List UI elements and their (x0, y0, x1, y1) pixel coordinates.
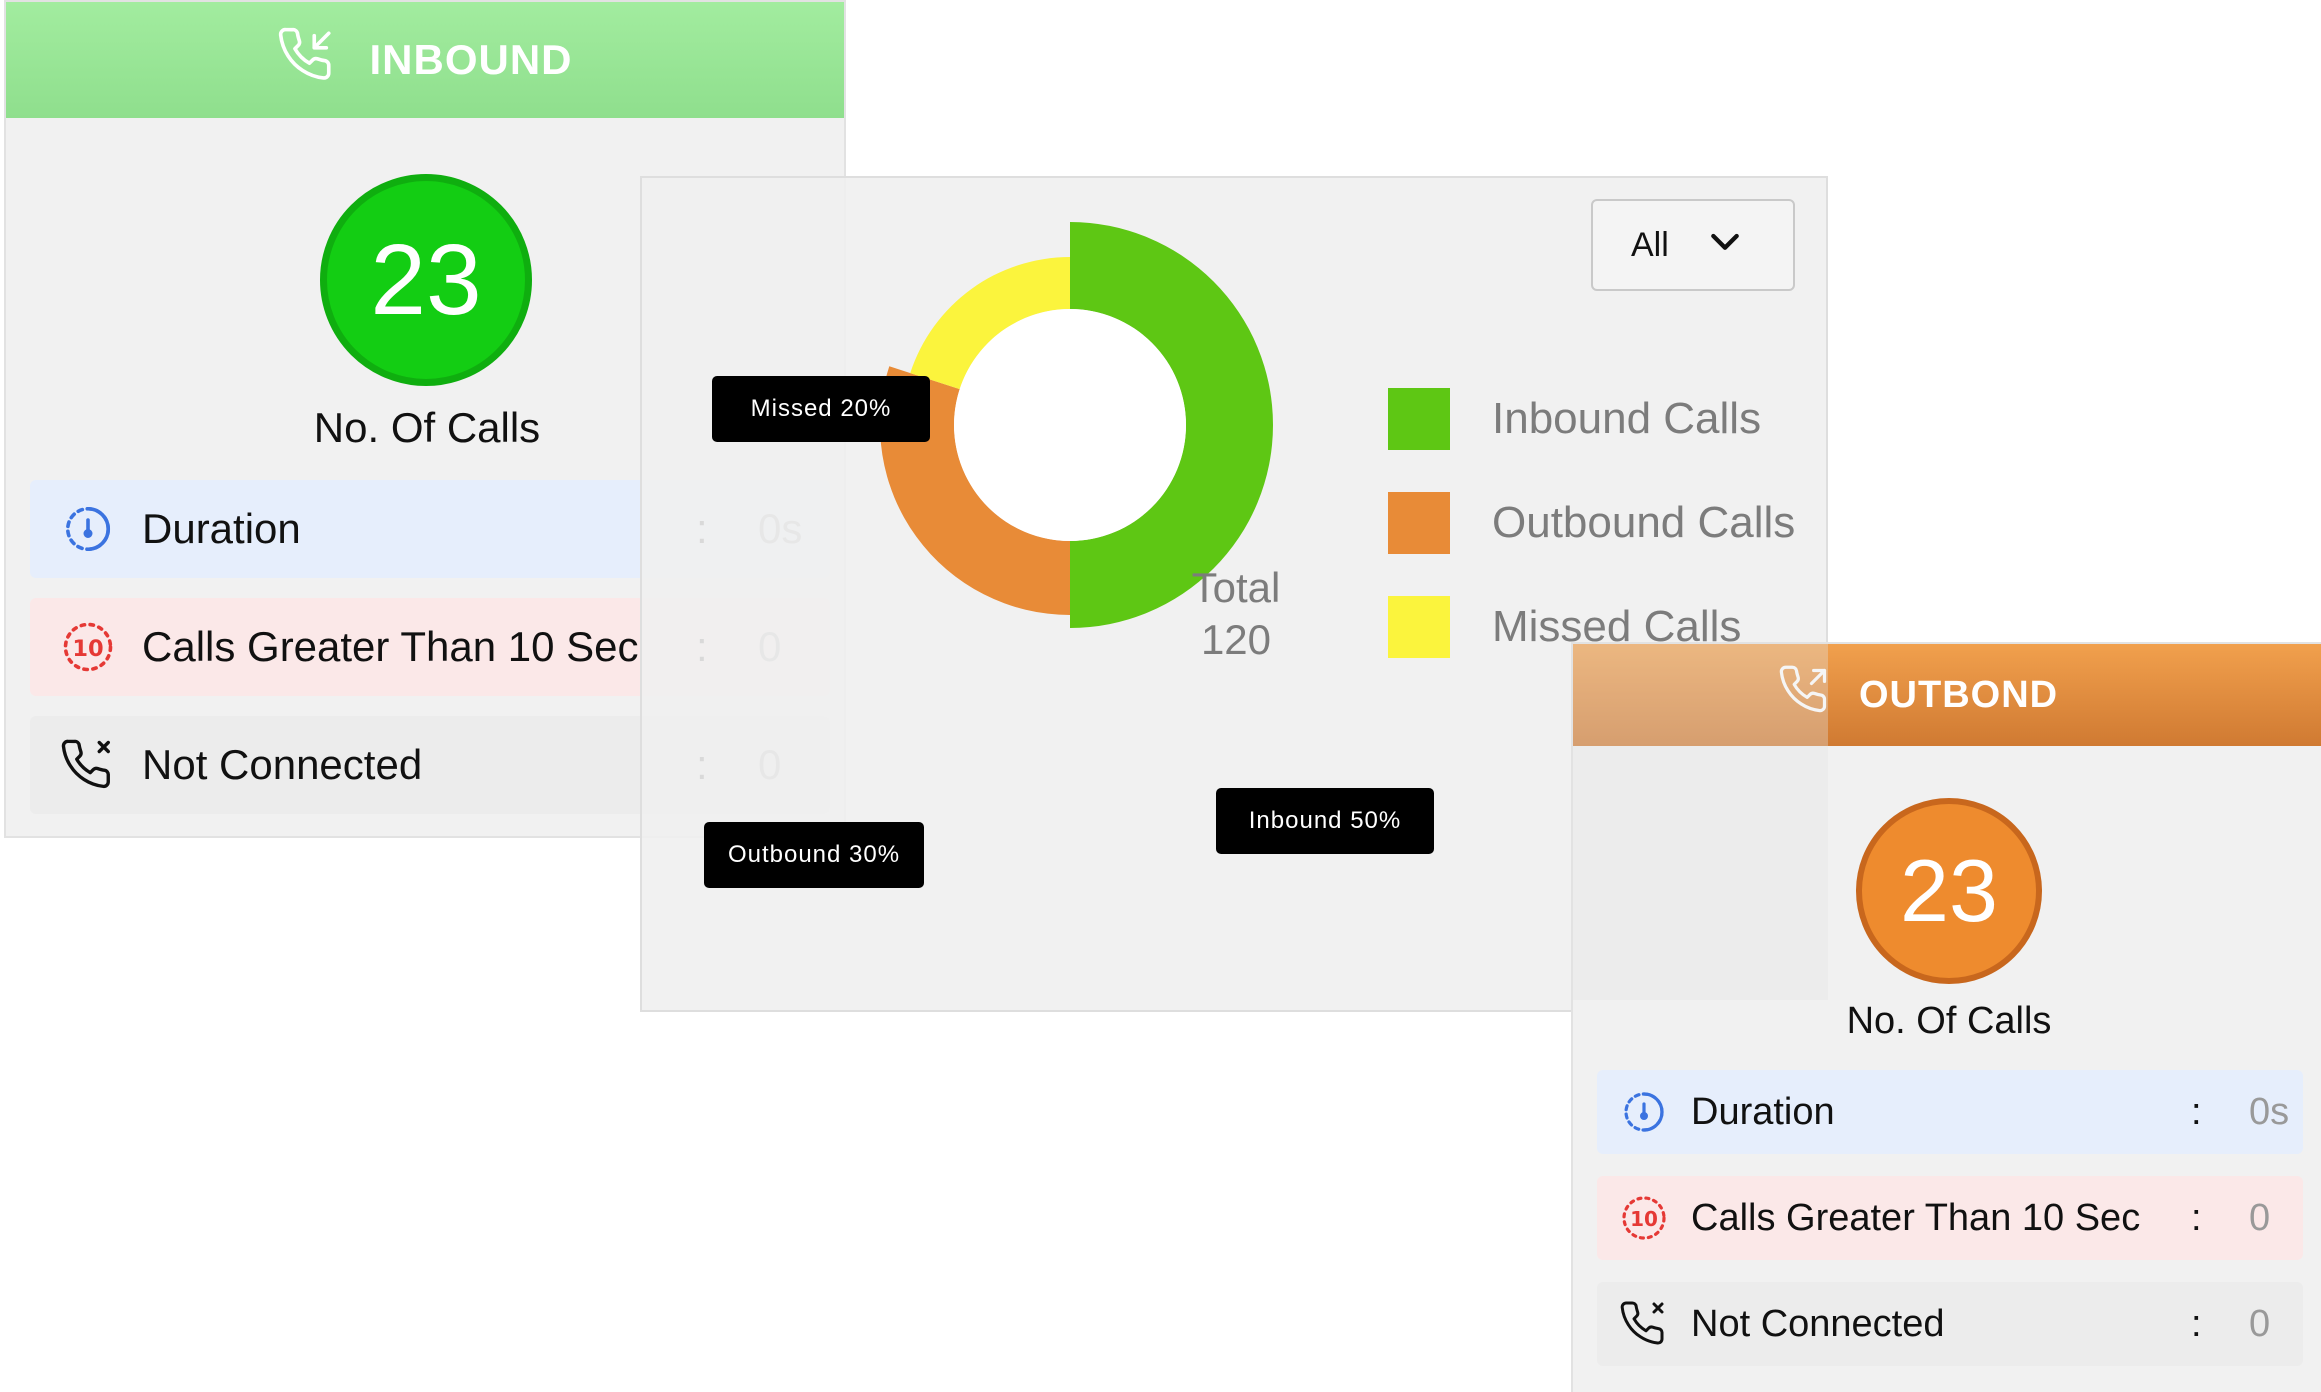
outbound-count-label: No. Of Calls (1846, 1000, 2052, 1042)
inbound-header: INBOUND (6, 2, 844, 118)
outbound-card: OUTBOND 23 No. Of Calls Duration : 0s 10… (1571, 642, 2321, 1392)
ten-sec-label: Calls Greater Than 10 Sec (1691, 1196, 2141, 1239)
ten-seconds-icon: 10 (1619, 1193, 1669, 1243)
duration-colon: : (2191, 1090, 2202, 1133)
outbound-duration-row: Duration : 0s (1597, 1070, 2303, 1154)
duration-value: 0s (2249, 1090, 2290, 1133)
duration-label: Duration (142, 505, 301, 552)
legend-swatch-missed (1388, 596, 1450, 658)
timer-icon (1619, 1087, 1669, 1137)
outbound-count: 23 (1900, 841, 1998, 940)
legend-swatch-inbound (1388, 388, 1450, 450)
legend-label-outbound: Outbound Calls (1492, 498, 1796, 547)
ten-seconds-icon: 10 (60, 619, 116, 675)
outbound-header: OUTBOND (1573, 644, 2321, 746)
outbound-count-bubble: 23 (1856, 798, 2042, 984)
inbound-count-bubble: 23 (320, 174, 532, 386)
svg-text:10: 10 (1630, 1207, 1658, 1231)
ten-sec-colon: : (2191, 1196, 2202, 1239)
tooltip-missed: Missed 20% (712, 376, 930, 442)
tooltip-inbound: Inbound 50% (1216, 788, 1434, 854)
outbound-not-connected-row: Not Connected : 0 (1597, 1282, 2303, 1366)
legend-item-outbound: Outbound Calls (1388, 492, 1795, 554)
not-connected-label: Not Connected (142, 741, 423, 788)
outbound-title: OUTBOND (1859, 673, 2059, 716)
inbound-title: INBOUND (369, 36, 573, 83)
legend-swatch-outbound (1388, 492, 1450, 554)
dashboard-stage: INBOUND 23 No. Of Calls Duration : 0s 10… (0, 0, 2321, 1392)
phone-outgoing-icon (1779, 664, 1831, 726)
inbound-count: 23 (370, 223, 482, 336)
chart-legend: Inbound Calls Outbound Calls Missed Call… (1388, 388, 1795, 658)
phone-missed-icon (60, 737, 116, 793)
donut-hole (954, 309, 1186, 541)
legend-item-inbound: Inbound Calls (1388, 388, 1795, 450)
timer-icon (60, 501, 116, 557)
phone-incoming-icon (278, 26, 336, 94)
ten-sec-value: 0 (2249, 1196, 2271, 1239)
duration-label: Duration (1691, 1090, 1835, 1133)
outbound-ten-sec-row: 10 Calls Greater Than 10 Sec : 0 (1597, 1176, 2303, 1260)
phone-missed-icon (1619, 1299, 1669, 1349)
legend-label-inbound: Inbound Calls (1492, 394, 1762, 443)
tooltip-outbound: Outbound 30% (704, 822, 924, 888)
svg-text:10: 10 (72, 636, 103, 662)
not-connected-value: 0 (2249, 1302, 2271, 1345)
not-connected-colon: : (2191, 1302, 2202, 1345)
not-connected-label: Not Connected (1691, 1302, 1945, 1345)
